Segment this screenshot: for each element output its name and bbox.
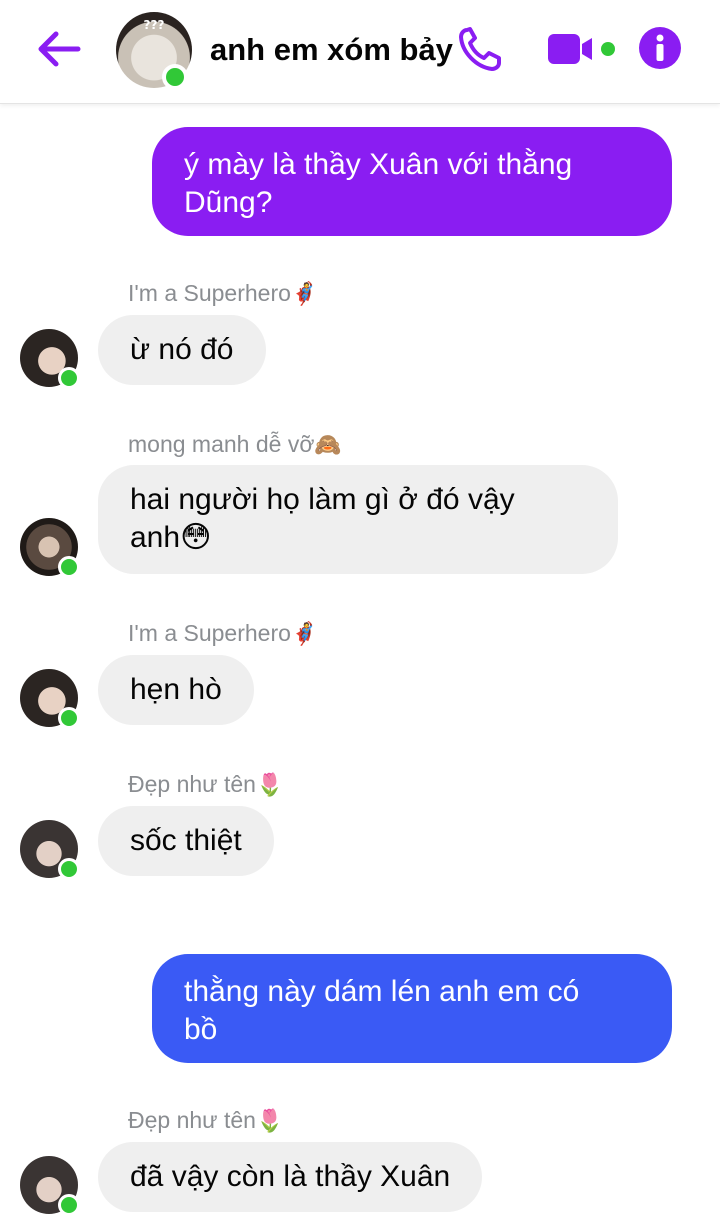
message-text-line: thằng này dám lén anh em có [184, 975, 580, 1008]
online-status-dot [162, 64, 188, 90]
incoming-message[interactable]: hai người họ làm gì ở đó vậy anh😳 [98, 465, 618, 574]
online-status-dot [58, 1194, 80, 1216]
tulip-emoji: 🌷 [255, 773, 284, 798]
chat-header: ??? anh em xóm bảy [0, 0, 720, 104]
info-icon[interactable] [638, 26, 682, 70]
back-arrow-icon[interactable] [34, 28, 82, 70]
avatar-badge-text: ??? [143, 18, 165, 32]
sender-name: I'm a Superhero🦸 [128, 620, 319, 647]
see-no-evil-monkey-emoji: 🙈 [314, 433, 342, 458]
message-text-line: ý mày là thầy Xuân với thằng [184, 148, 573, 181]
superhero-emoji: 🦸 [290, 282, 319, 307]
incoming-message[interactable]: hẹn hò [98, 655, 254, 725]
message-text-line: Dũng? [184, 186, 273, 219]
sender-name: Đẹp như tên🌷 [128, 771, 284, 798]
online-status-dot [58, 367, 80, 389]
online-status-dot [58, 858, 80, 880]
message-text: đã vậy còn là thầy Xuân [130, 1160, 451, 1193]
message-text: hẹn hò [130, 673, 222, 706]
avatar[interactable] [20, 1156, 82, 1218]
outgoing-message[interactable]: thằng này dám lén anh em có bồ [152, 954, 672, 1063]
online-status-dot [58, 707, 80, 729]
video-camera-icon[interactable] [546, 30, 618, 68]
incoming-message[interactable]: sốc thiệt [98, 806, 274, 876]
sender-name: I'm a Superhero🦸 [128, 280, 319, 307]
tulip-emoji: 🌷 [255, 1109, 284, 1134]
message-text-line: anh [130, 521, 181, 554]
online-status-dot [58, 556, 80, 578]
message-text: ừ nó đó [130, 333, 234, 366]
incoming-message[interactable]: ừ nó đó [98, 315, 266, 385]
sender-name: mong manh dễ vỡ🙈 [128, 431, 342, 458]
avatar[interactable] [20, 518, 82, 580]
incoming-message[interactable]: đã vậy còn là thầy Xuân [98, 1142, 483, 1212]
message-text-line: hai người họ làm gì ở đó vậy [130, 483, 515, 516]
avatar[interactable] [20, 820, 82, 882]
avatar[interactable] [20, 329, 82, 391]
sender-name: Đẹp như tên🌷 [128, 1107, 284, 1134]
outgoing-message[interactable]: ý mày là thầy Xuân với thằng Dũng? [152, 127, 672, 236]
chat-title[interactable]: anh em xóm bảy [210, 32, 453, 68]
message-text: sốc thiệt [130, 824, 242, 857]
flushed-face-emoji: 😳 [180, 520, 212, 555]
avatar[interactable] [20, 669, 82, 731]
superhero-emoji: 🦸 [290, 622, 319, 647]
phone-icon[interactable] [458, 26, 502, 72]
message-text-line: bồ [184, 1013, 218, 1046]
